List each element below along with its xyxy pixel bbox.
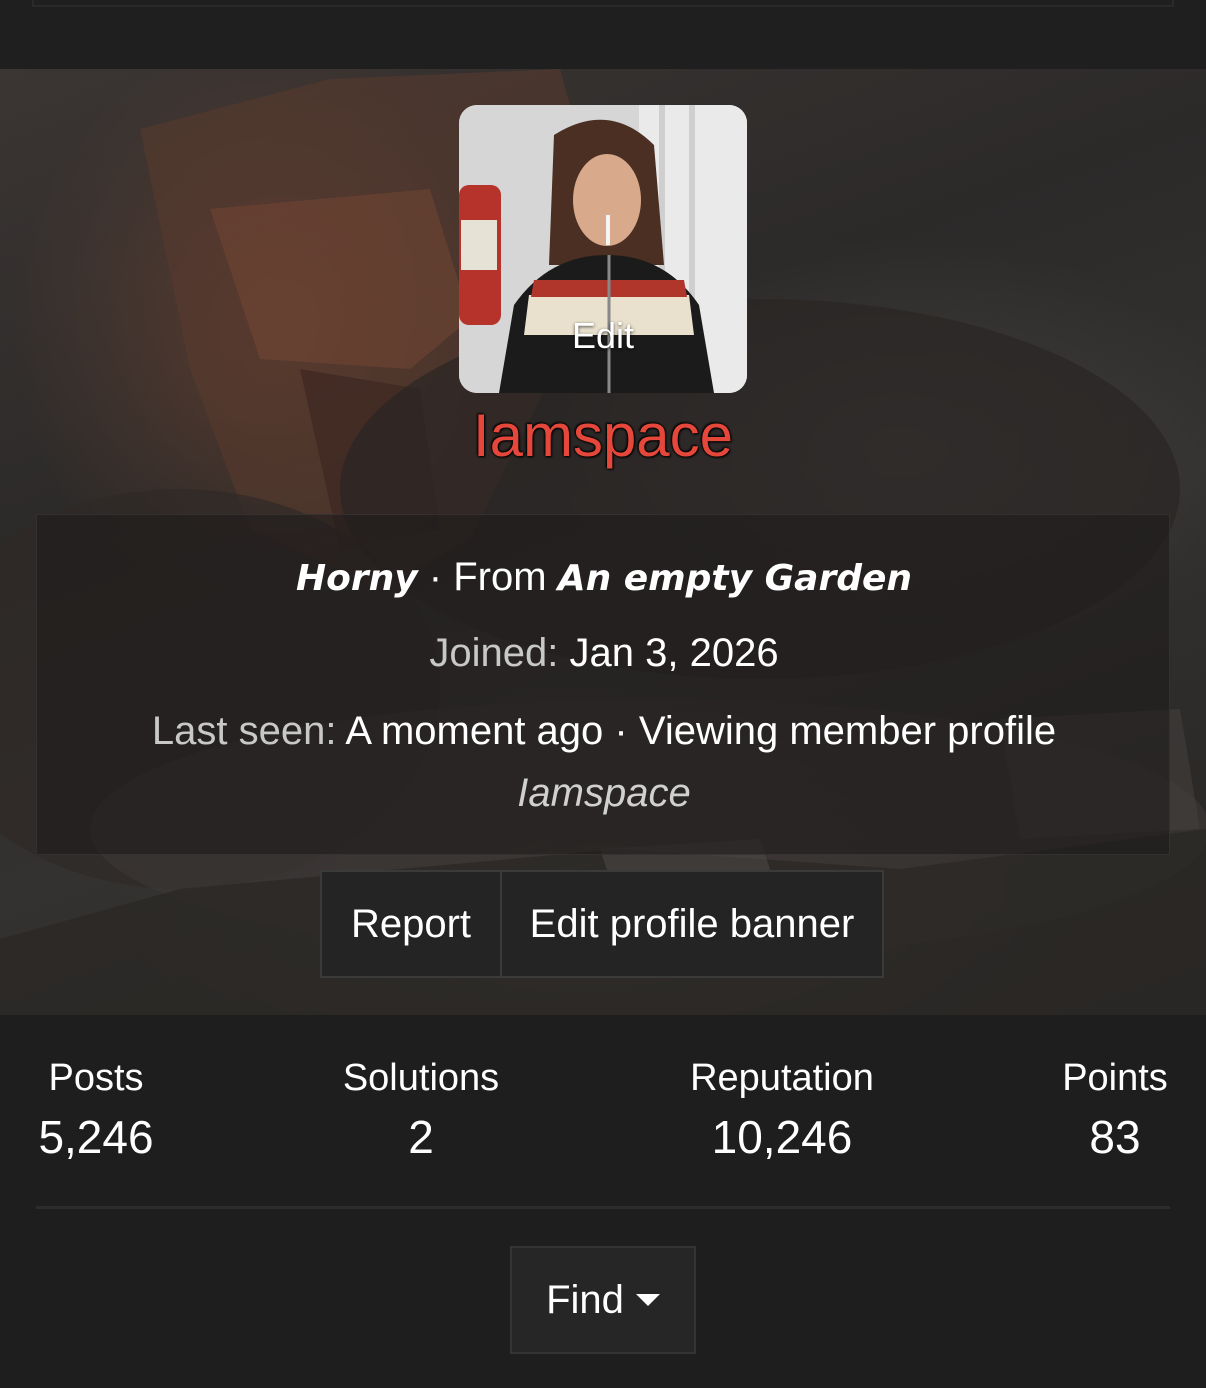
stat-solutions[interactable]: Solutions 2 xyxy=(340,1057,502,1164)
location-link[interactable]: An empty Garden xyxy=(558,558,912,599)
top-strip xyxy=(0,0,1206,69)
stat-value: 10,246 xyxy=(711,1111,853,1163)
last-seen-value: A moment ago xyxy=(345,709,604,753)
report-button[interactable]: Report xyxy=(320,870,502,978)
last-seen-line: Last seen: A moment ago · Viewing member… xyxy=(37,709,1171,754)
from-prefix: From xyxy=(453,555,547,599)
profile-banner: Edit Iamspace Horny · From An empty Gard… xyxy=(0,69,1206,1015)
joined-label: Joined: xyxy=(429,631,559,675)
stat-value: 83 xyxy=(1089,1111,1141,1163)
stat-reputation[interactable]: Reputation 10,246 xyxy=(684,1057,880,1164)
stat-value: 2 xyxy=(408,1111,434,1163)
stat-label: Reputation xyxy=(690,1057,874,1099)
find-button[interactable]: Find xyxy=(510,1246,696,1354)
stat-posts[interactable]: Posts 5,246 xyxy=(36,1057,156,1164)
activity-target[interactable]: Iamspace xyxy=(37,771,1171,816)
edit-profile-banner-button[interactable]: Edit profile banner xyxy=(500,870,884,978)
top-panel-edge xyxy=(32,0,1174,7)
profile-action-buttons: Report Edit profile banner xyxy=(320,870,884,978)
title-location-line: Horny · From An empty Garden xyxy=(37,555,1171,600)
username[interactable]: Iamspace xyxy=(0,401,1206,470)
stat-points[interactable]: Points 83 xyxy=(1056,1057,1174,1164)
profile-info-box: Horny · From An empty Garden Joined: Jan… xyxy=(36,514,1170,855)
custom-title: Horny xyxy=(295,558,418,599)
stats-section: Posts 5,246 Solutions 2 Reputation 10,24… xyxy=(0,1015,1206,1388)
activity-text: Viewing member profile xyxy=(638,709,1057,753)
stat-label: Solutions xyxy=(342,1057,500,1099)
stat-label: Points xyxy=(1062,1057,1168,1099)
separator: · xyxy=(614,709,628,753)
find-label: Find xyxy=(546,1277,624,1322)
stat-value: 5,246 xyxy=(38,1111,154,1163)
caret-down-icon xyxy=(635,1294,660,1306)
joined-value: Jan 3, 2026 xyxy=(569,631,779,675)
avatar-edit-label[interactable]: Edit xyxy=(459,315,747,357)
avatar[interactable]: Edit xyxy=(459,105,747,393)
last-seen-label: Last seen: xyxy=(151,709,337,753)
joined-line: Joined: Jan 3, 2026 xyxy=(37,631,1171,676)
stat-label: Posts xyxy=(48,1057,144,1099)
stats-divider xyxy=(36,1206,1170,1209)
separator: · xyxy=(428,555,443,599)
